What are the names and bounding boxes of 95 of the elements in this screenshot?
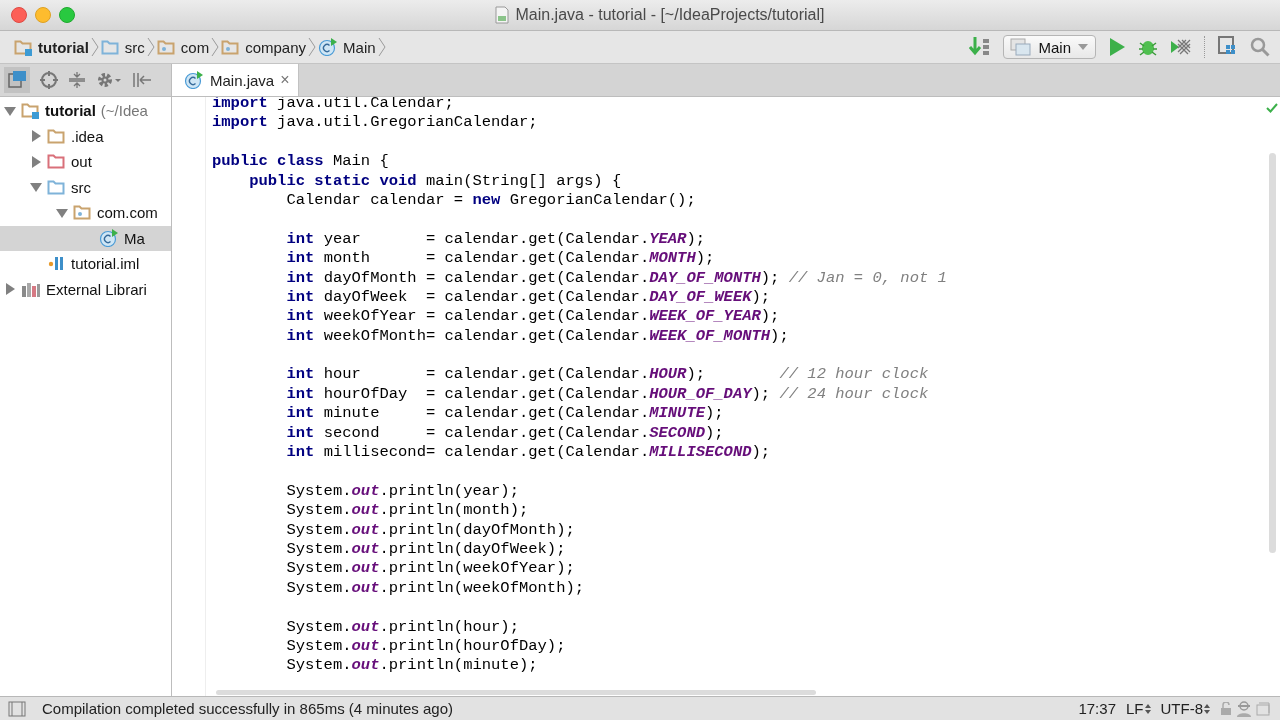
code-line: int weekOfYear = calendar.get(Calendar.WEEK_OF_YEAR); [285, 307, 781, 327]
breadcrumb[interactable]: src [98, 38, 147, 56]
code-line: Calendar calendar = new GregorianCalendar(); [285, 190, 697, 211]
panel-icon[interactable] [4, 67, 30, 93]
code-line: System.out.println(minute); [285, 656, 539, 676]
editor-tab[interactable]: Main.java × [172, 64, 299, 96]
module-file-icon [47, 255, 66, 273]
lock-icon[interactable] [1220, 701, 1232, 716]
windows-icon [1010, 38, 1033, 56]
chevron-icon [146, 37, 155, 57]
code-line: public class Main { [212, 152, 390, 172]
expanded-arrow-icon [56, 206, 68, 219]
collapsed-arrow-icon [30, 155, 42, 168]
search-icon[interactable] [1250, 37, 1270, 57]
tree-item[interactable]: out [0, 149, 171, 175]
coverage-icon[interactable] [1170, 37, 1192, 57]
collapsed-arrow-icon [30, 130, 42, 143]
folder-icon [100, 38, 120, 56]
package-icon [221, 38, 241, 56]
breadcrumb[interactable]: com [154, 38, 212, 56]
hide-panel-icon[interactable] [132, 71, 152, 89]
code-line: int dayOfMonth = calendar.get(Calendar.DAY_OF_MONTH); // Jan = 0, not 1 [285, 268, 948, 288]
file-encoding[interactable]: UTF-8 [1160, 700, 1203, 717]
code-line: System.out.println(hourOfDay); [285, 636, 567, 657]
zoom-button[interactable] [59, 7, 75, 23]
breadcrumb[interactable]: Main [316, 38, 378, 56]
code-line: System.out.println(month); [285, 501, 530, 521]
library-icon [21, 280, 41, 298]
expanded-arrow-icon [30, 181, 42, 194]
chevron-icon [211, 37, 220, 57]
code-line: int month = calendar.get(Calendar.MONTH); [285, 249, 716, 269]
package-icon [73, 204, 92, 222]
tree-item[interactable]: com.com [0, 200, 171, 226]
code-line: int hourOfDay = calendar.get(Calendar.HOUR_OF_DAY); // 24 hour clock [285, 384, 930, 405]
folder-icon [14, 38, 33, 56]
code-line: int minute = calendar.get(Calendar.MINUTE); [285, 404, 725, 424]
class-icon [184, 71, 204, 89]
folder-icon [47, 127, 66, 145]
run-config-dropdown[interactable]: Main [1003, 35, 1096, 59]
minimize-button[interactable] [35, 7, 51, 23]
tree-item-label[interactable]: tutorial [45, 102, 96, 120]
build-icon[interactable] [969, 36, 992, 58]
scrollbar[interactable] [216, 690, 816, 695]
code-line: int second = calendar.get(Calendar.SECOND); [285, 423, 725, 444]
tree-item[interactable]: src [0, 174, 171, 200]
close-icon[interactable]: × [280, 71, 290, 89]
breadcrumb[interactable]: company [219, 38, 309, 56]
check-icon [1266, 103, 1278, 113]
updown-icon [1144, 702, 1151, 715]
project-path: (~/Idea [100, 102, 148, 120]
file-icon [495, 6, 510, 24]
tree-item[interactable]: .idea [0, 123, 171, 149]
line-separator[interactable]: LF [1126, 700, 1144, 717]
code-line: System.out.println(dayOfWeek); [285, 540, 567, 560]
class-icon [318, 38, 339, 56]
updown-icon [1204, 702, 1210, 715]
code-line: System.out.println(dayOfMonth); [285, 520, 576, 540]
code-line: System.out.println(hour); [285, 617, 520, 637]
code-line: public static void main(String[] args) { [248, 171, 623, 191]
code-line: import java.util.GregorianCalendar; [212, 113, 539, 133]
code-line: int hour = calendar.get(Calendar.HOUR); // 12 hour clock [285, 365, 930, 385]
panel-toggle-icon[interactable] [8, 700, 26, 717]
chevron-icon [90, 37, 99, 57]
window-title: Main.java - tutorial - [~/IdeaProjects/tutorial] [515, 6, 825, 24]
collapse-icon[interactable] [68, 71, 86, 89]
code-line: System.out.println(weekOfMonth); [285, 578, 586, 599]
class-icon [99, 229, 119, 248]
event-log-icon[interactable] [1256, 701, 1270, 716]
expanded-arrow-icon [4, 104, 16, 117]
tree-item[interactable]: Ma [0, 225, 171, 251]
crosshair-icon[interactable] [40, 71, 58, 89]
code-line: int millisecond= calendar.get(Calendar.MILLISECOND); [285, 443, 772, 463]
code-line: System.out.println(year); [285, 481, 520, 502]
collapsed-arrow-icon [4, 283, 16, 296]
breadcrumb[interactable]: tutorial [12, 38, 91, 56]
code-line: System.out.println(weekOfYear); [285, 559, 576, 579]
folder-icon [21, 102, 40, 120]
cursor-position[interactable]: 17:37 [1078, 700, 1116, 717]
code-line: int weekOfMonth= calendar.get(Calendar.WEEK_OF_MONTH); [285, 326, 790, 347]
caret-icon [1077, 43, 1089, 51]
package-icon [156, 38, 176, 56]
scrollbar[interactable] [1268, 153, 1276, 553]
inspector-icon[interactable] [1235, 699, 1253, 718]
folder-icon [47, 153, 66, 171]
chevron-icon [377, 37, 386, 57]
code-line: int dayOfWeek = calendar.get(Calendar.DAY_OF_WEEK); [285, 287, 772, 308]
tree-item[interactable]: tutorial.iml [0, 251, 171, 277]
chevron-icon [308, 37, 317, 57]
run-icon[interactable] [1108, 37, 1126, 57]
tree-item[interactable]: External Librari [0, 276, 171, 302]
code-line: int year = calendar.get(Calendar.YEAR); [285, 229, 706, 250]
gear-icon[interactable] [96, 71, 122, 89]
folder-icon [47, 178, 66, 196]
close-button[interactable] [11, 7, 27, 23]
status-message: Compilation completed successfully in 865ms (4 minutes ago) [42, 700, 455, 717]
